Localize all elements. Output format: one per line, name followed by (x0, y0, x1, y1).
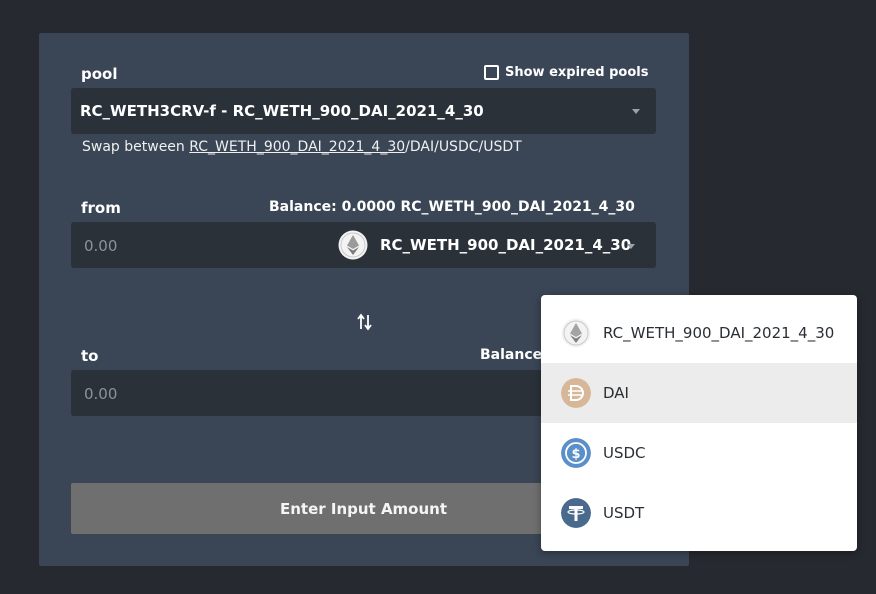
from-input-box[interactable]: 0.00 RC_WETH_900_DAI_2021_4_30 (71, 222, 656, 268)
token-dropdown: RC_WETH_900_DAI_2021_4_30 DAI $ USDC USD… (541, 295, 857, 551)
swap-description-prefix: Swap between (82, 139, 190, 155)
swap-arrows-icon[interactable] (357, 313, 373, 331)
dropdown-item-label: USDT (603, 504, 645, 522)
svg-text:$: $ (571, 447, 580, 462)
dropdown-item-rc-weth[interactable]: RC_WETH_900_DAI_2021_4_30 (541, 303, 857, 363)
to-amount-input[interactable]: 0.00 (84, 385, 117, 403)
dropdown-item-usdt[interactable]: USDT (541, 483, 857, 543)
dropdown-item-label: DAI (603, 384, 629, 402)
swap-token-link[interactable]: RC_WETH_900_DAI_2021_4_30 (189, 139, 405, 155)
dropdown-item-dai[interactable]: DAI (541, 363, 857, 423)
pool-select[interactable]: RC_WETH3CRV-f - RC_WETH_900_DAI_2021_4_3… (71, 88, 656, 134)
from-label: from (81, 199, 121, 217)
pool-select-value: RC_WETH3CRV-f - RC_WETH_900_DAI_2021_4_3… (80, 102, 484, 120)
to-balance: Balance (480, 347, 543, 363)
chevron-down-icon[interactable] (627, 244, 635, 249)
swap-description: Swap between RC_WETH_900_DAI_2021_4_30/D… (82, 139, 522, 155)
dropdown-item-usdc[interactable]: $ USDC (541, 423, 857, 483)
to-label: to (81, 347, 99, 365)
show-expired-label: Show expired pools (505, 64, 649, 80)
usdc-icon: $ (561, 438, 591, 468)
dropdown-item-label: RC_WETH_900_DAI_2021_4_30 (603, 324, 835, 342)
from-token-label[interactable]: RC_WETH_900_DAI_2021_4_30 (380, 236, 631, 254)
from-balance: Balance: 0.0000 RC_WETH_900_DAI_2021_4_3… (269, 199, 635, 215)
usdt-icon (561, 498, 591, 528)
show-expired-checkbox[interactable] (484, 64, 499, 80)
chevron-down-icon[interactable] (632, 109, 640, 114)
eth-token-icon (338, 230, 368, 260)
swap-description-suffix: /DAI/USDC/USDT (405, 139, 522, 155)
show-expired-checkbox-row[interactable]: Show expired pools (484, 63, 648, 81)
dropdown-item-label: USDC (603, 444, 646, 462)
eth-icon (561, 318, 591, 348)
pool-label: pool (81, 65, 118, 83)
from-amount-input[interactable]: 0.00 (84, 237, 117, 255)
dai-icon (561, 378, 591, 408)
